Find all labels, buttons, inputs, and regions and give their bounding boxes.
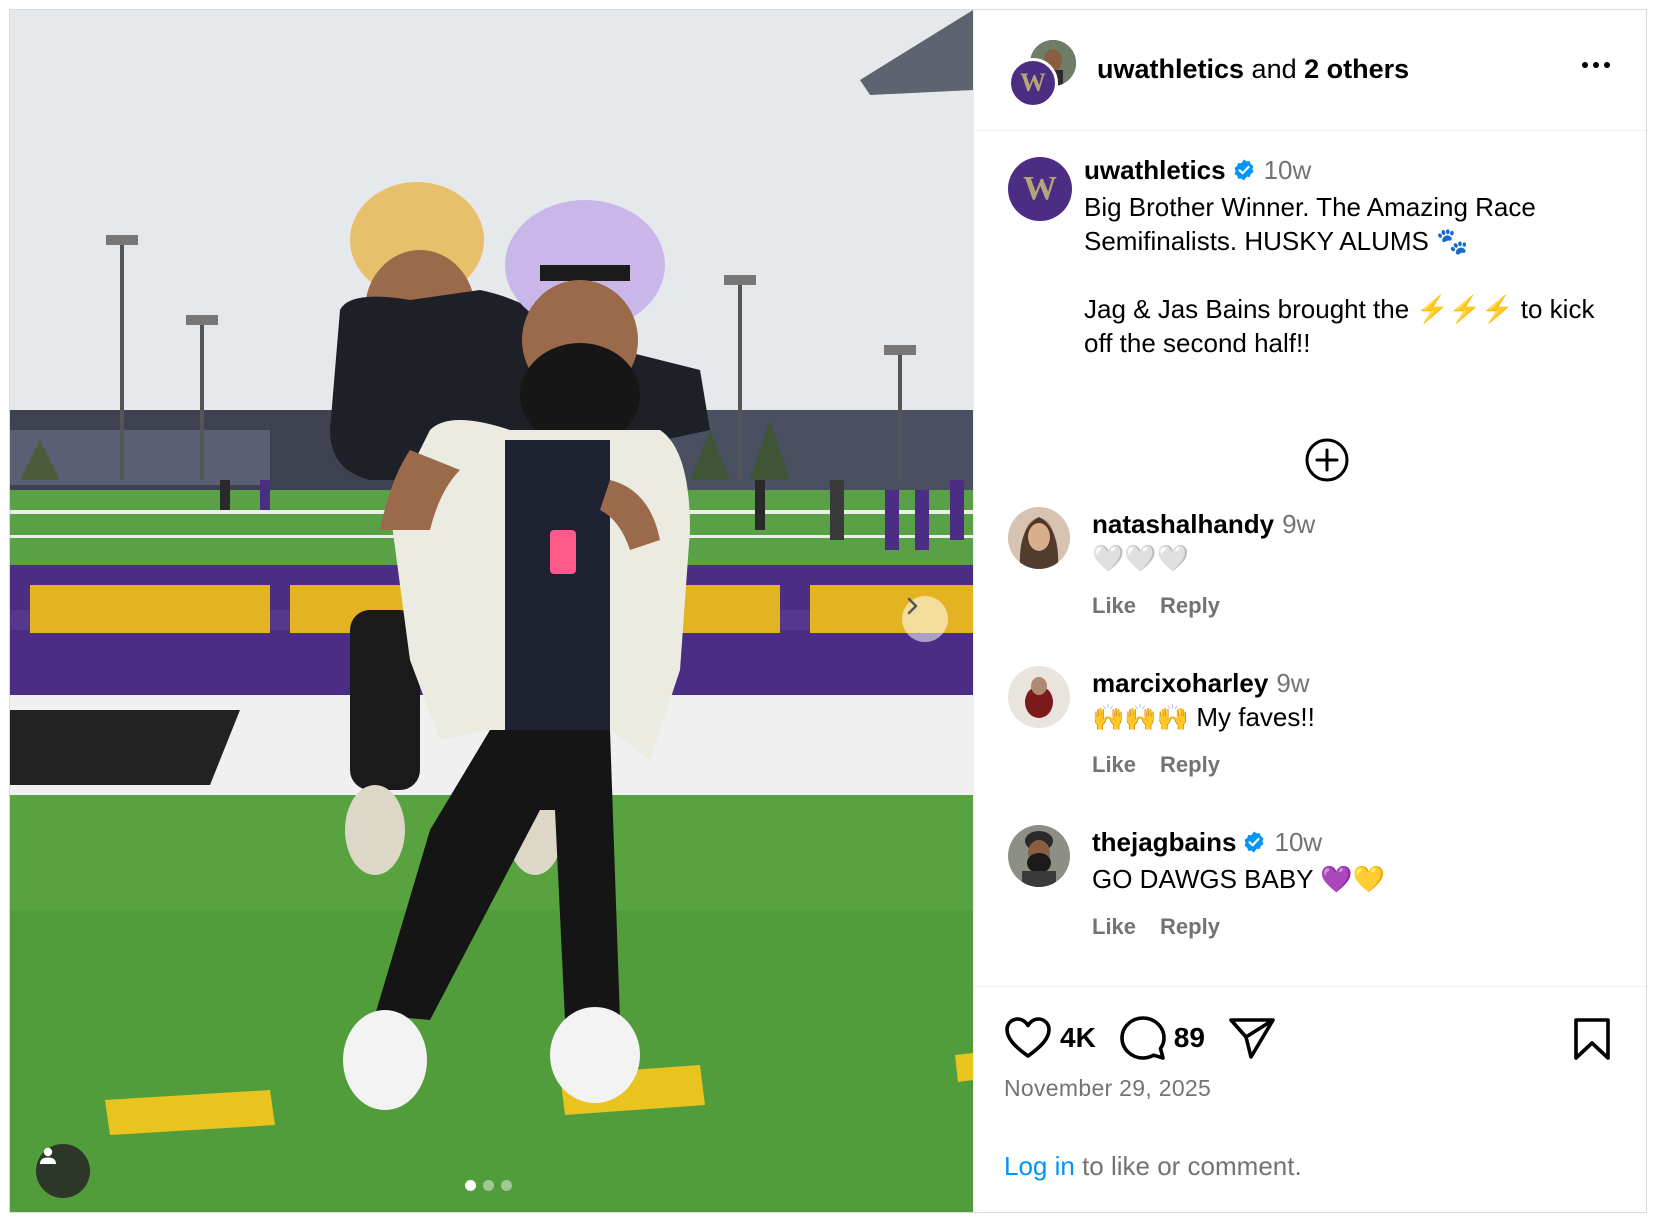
post-date[interactable]: November 29, 2025 <box>1004 1075 1211 1102</box>
collab-avatars[interactable]: W <box>1008 40 1078 110</box>
comments-count[interactable]: 89 <box>1174 1022 1205 1054</box>
comment-text: 🙌🙌🙌 My faves!! <box>1092 702 1315 732</box>
plus-circle-icon <box>1305 438 1349 482</box>
next-photo-button[interactable] <box>902 596 948 642</box>
post-authors[interactable]: uwathletics and 2 others <box>1097 54 1409 85</box>
stadium-photo-illustration <box>10 10 973 1212</box>
like-comment-button[interactable]: Like <box>1092 910 1136 944</box>
others-link[interactable]: 2 others <box>1304 54 1409 84</box>
like-comment-button[interactable]: Like <box>1092 748 1136 782</box>
comment-username[interactable]: marcixoharley <box>1092 668 1268 698</box>
comment-text: 🤍🤍🤍 <box>1092 543 1190 573</box>
comment-bubble-icon <box>1119 1016 1166 1060</box>
avatar[interactable] <box>1008 666 1070 728</box>
carousel-indicator <box>465 1180 512 1191</box>
comment-body: marcixoharley 9w 🙌🙌🙌 My faves!! Like Repl… <box>1092 666 1622 782</box>
more-dot <box>1582 62 1588 68</box>
action-bar: 4K 89 <box>1004 1015 1275 1061</box>
avatar-photo <box>1008 825 1070 887</box>
likes-count[interactable]: 4K <box>1060 1022 1096 1054</box>
author-username[interactable]: uwathletics <box>1097 54 1244 84</box>
login-link[interactable]: Log in <box>1004 1151 1075 1181</box>
avatar[interactable] <box>1008 507 1070 569</box>
post-card: W uwathletics and 2 others W uwathletics… <box>9 9 1647 1213</box>
tagged-users-button[interactable] <box>36 1144 90 1198</box>
chevron-right-icon <box>907 597 918 615</box>
avatar-photo <box>1008 666 1070 728</box>
login-prompt: Log in to like or comment. <box>1004 1151 1302 1182</box>
post-sidebar: W uwathletics and 2 others W uwathletics… <box>973 10 1646 1212</box>
comment-body: natashalhandy 9w 🤍🤍🤍 Like Reply <box>1092 507 1622 623</box>
like-button[interactable] <box>1004 1016 1052 1060</box>
comment-username[interactable]: natashalhandy <box>1092 509 1274 539</box>
caption-text: Jag & Jas Bains brought the ⚡⚡⚡ to kick … <box>1084 294 1595 358</box>
load-more-comments-button[interactable] <box>1304 437 1350 488</box>
caption-body: uwathletics 10w Big Brother Winner. The A… <box>1084 153 1629 360</box>
post-photo[interactable] <box>10 10 973 1212</box>
comment-button[interactable] <box>1119 1015 1166 1061</box>
share-button[interactable] <box>1229 1016 1275 1060</box>
comment-text: GO DAWGS BABY 💜💛 <box>1092 864 1386 894</box>
comment-time[interactable]: 10w <box>1274 827 1322 857</box>
user-icon <box>40 1147 56 1164</box>
post-footer: 4K 89 November 29, 2025 Log in to like o… <box>974 986 1646 1212</box>
more-dot <box>1604 62 1610 68</box>
post-header: W uwathletics and 2 others <box>974 10 1646 131</box>
carousel-dot <box>483 1180 494 1191</box>
comment-username[interactable]: thejagbains <box>1092 827 1236 857</box>
comment-time[interactable]: 9w <box>1282 509 1315 539</box>
more-dot <box>1593 62 1599 68</box>
reply-button[interactable]: Reply <box>1160 748 1220 782</box>
comment-body: thejagbains 10w GO DAWGS BABY 💜💛 Like Rep… <box>1092 825 1622 944</box>
comments-scroll-area[interactable]: W uwathletics 10w Big Brother Winner. The… <box>974 131 1646 986</box>
avatar[interactable]: W <box>1008 157 1072 221</box>
like-comment-button[interactable]: Like <box>1092 589 1136 623</box>
caption-username[interactable]: uwathletics <box>1084 155 1226 185</box>
avatar[interactable] <box>1008 825 1070 887</box>
paper-plane-icon <box>1229 1018 1275 1059</box>
uw-logo: W <box>1020 68 1046 97</box>
more-options-button[interactable] <box>1582 62 1610 68</box>
heart-icon <box>1005 1017 1051 1058</box>
avatar: W <box>1008 58 1058 108</box>
reply-button[interactable]: Reply <box>1160 910 1220 944</box>
carousel-dot <box>465 1180 476 1191</box>
bookmark-icon <box>1574 1018 1610 1060</box>
and-text: and <box>1244 54 1305 84</box>
avatar-photo <box>1008 507 1070 569</box>
login-prompt-text: to like or comment. <box>1074 1151 1302 1181</box>
reply-button[interactable]: Reply <box>1160 589 1220 623</box>
verified-badge-icon <box>1232 156 1256 190</box>
caption-text: Big Brother Winner. The Amazing Race Sem… <box>1084 192 1536 256</box>
save-button[interactable] <box>1572 1017 1612 1066</box>
uw-logo: W <box>1023 170 1057 207</box>
verified-badge-icon <box>1242 828 1266 862</box>
carousel-dot <box>501 1180 512 1191</box>
comment-time[interactable]: 9w <box>1276 668 1309 698</box>
caption-time[interactable]: 10w <box>1264 155 1312 185</box>
